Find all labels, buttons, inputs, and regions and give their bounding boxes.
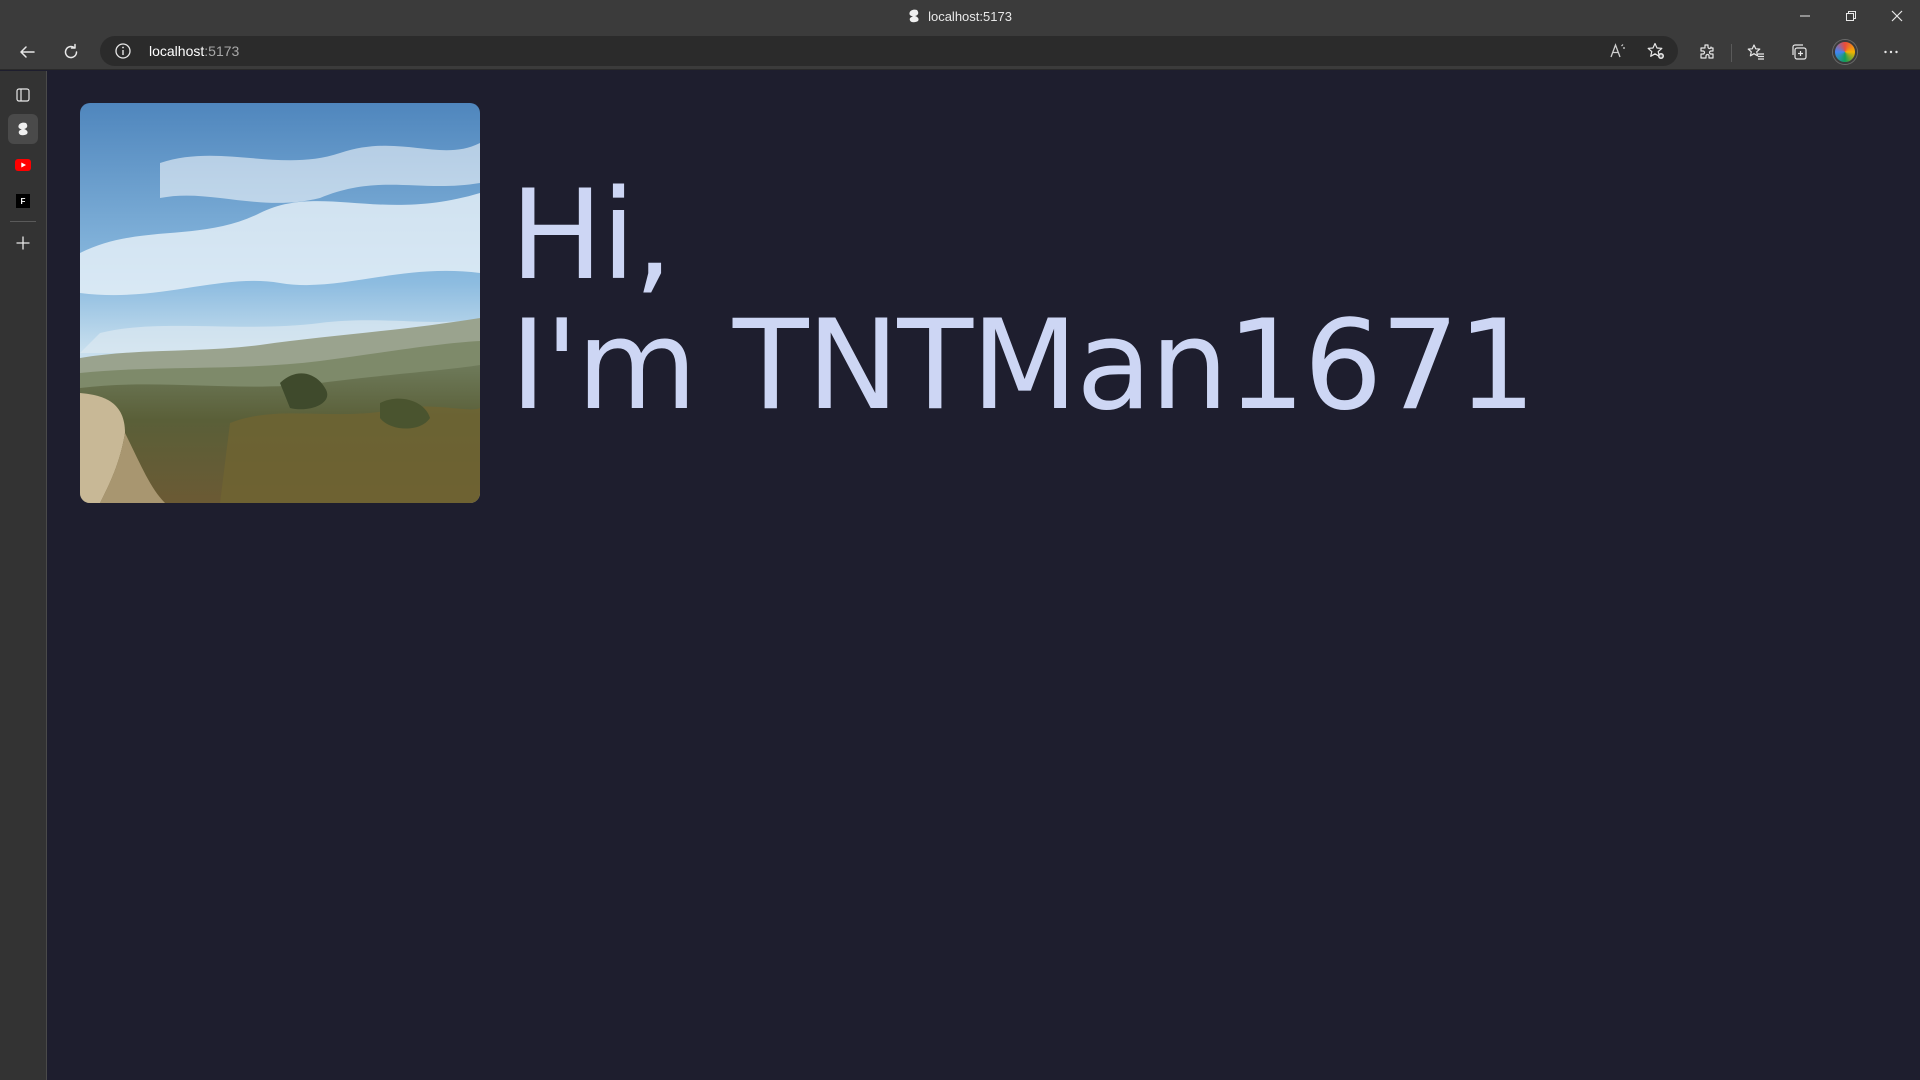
site-info-icon[interactable] bbox=[114, 42, 132, 60]
tab-f-site[interactable]: F bbox=[8, 186, 38, 216]
new-tab-icon bbox=[16, 236, 30, 250]
minimize-icon bbox=[1800, 15, 1810, 17]
landscape-photo bbox=[80, 103, 480, 503]
window-title-text: localhost:5173 bbox=[928, 8, 1012, 24]
read-aloud-icon bbox=[1610, 43, 1625, 58]
profile-avatar[interactable] bbox=[1833, 40, 1857, 64]
address-bar[interactable]: localhost:5173 bbox=[100, 36, 1678, 66]
site-favicon-icon bbox=[18, 122, 28, 136]
window-title: localhost:5173 bbox=[0, 0, 1920, 32]
read-aloud-button[interactable] bbox=[1607, 40, 1629, 62]
toolbar-divider bbox=[1731, 44, 1732, 62]
tab-actions-button[interactable] bbox=[8, 80, 38, 110]
back-arrow-icon bbox=[20, 46, 35, 58]
sidebar-divider bbox=[10, 221, 36, 222]
page-content: Hi, I'm TNTMan1671 bbox=[48, 71, 1920, 1080]
restore-icon bbox=[1846, 11, 1856, 21]
favorites-button[interactable] bbox=[1740, 36, 1772, 68]
tab-youtube[interactable] bbox=[8, 150, 38, 180]
landscape-image bbox=[80, 103, 480, 503]
collections-icon bbox=[1792, 44, 1807, 60]
refresh-button[interactable] bbox=[55, 36, 87, 68]
url-text[interactable]: localhost:5173 bbox=[149, 36, 239, 66]
more-menu-button[interactable] bbox=[1875, 36, 1907, 68]
back-button[interactable] bbox=[11, 36, 43, 68]
collections-button[interactable] bbox=[1783, 36, 1815, 68]
f-site-icon: F bbox=[16, 194, 30, 208]
restore-button[interactable] bbox=[1828, 0, 1874, 32]
vertical-tabs-sidebar: F bbox=[0, 71, 47, 1080]
extensions-button[interactable] bbox=[1691, 36, 1723, 68]
url-host: localhost bbox=[149, 43, 205, 59]
youtube-icon bbox=[15, 159, 31, 171]
site-favicon-icon bbox=[909, 9, 919, 23]
add-favorite-icon bbox=[1647, 42, 1664, 59]
minimize-button[interactable] bbox=[1782, 0, 1828, 32]
close-button[interactable] bbox=[1874, 0, 1920, 32]
refresh-icon bbox=[64, 43, 78, 59]
greeting-heading: Hi, I'm TNTMan1671 bbox=[510, 164, 1536, 438]
close-icon bbox=[1891, 10, 1903, 22]
browser-toolbar: localhost:5173 bbox=[0, 32, 1920, 70]
f-site-letter: F bbox=[20, 196, 26, 206]
more-menu-icon bbox=[1884, 50, 1898, 54]
title-bar: localhost:5173 bbox=[0, 0, 1920, 32]
new-tab-button[interactable] bbox=[8, 228, 38, 258]
extensions-icon bbox=[1700, 44, 1714, 59]
tab-actions-icon bbox=[16, 88, 30, 102]
tab-localhost[interactable] bbox=[8, 114, 38, 144]
add-favorite-button[interactable] bbox=[1645, 40, 1667, 62]
greeting-line-2: I'm TNTMan1671 bbox=[510, 294, 1536, 438]
greeting-line-1: Hi, bbox=[510, 164, 673, 308]
favorites-icon bbox=[1747, 44, 1764, 60]
url-port: :5173 bbox=[204, 43, 240, 59]
